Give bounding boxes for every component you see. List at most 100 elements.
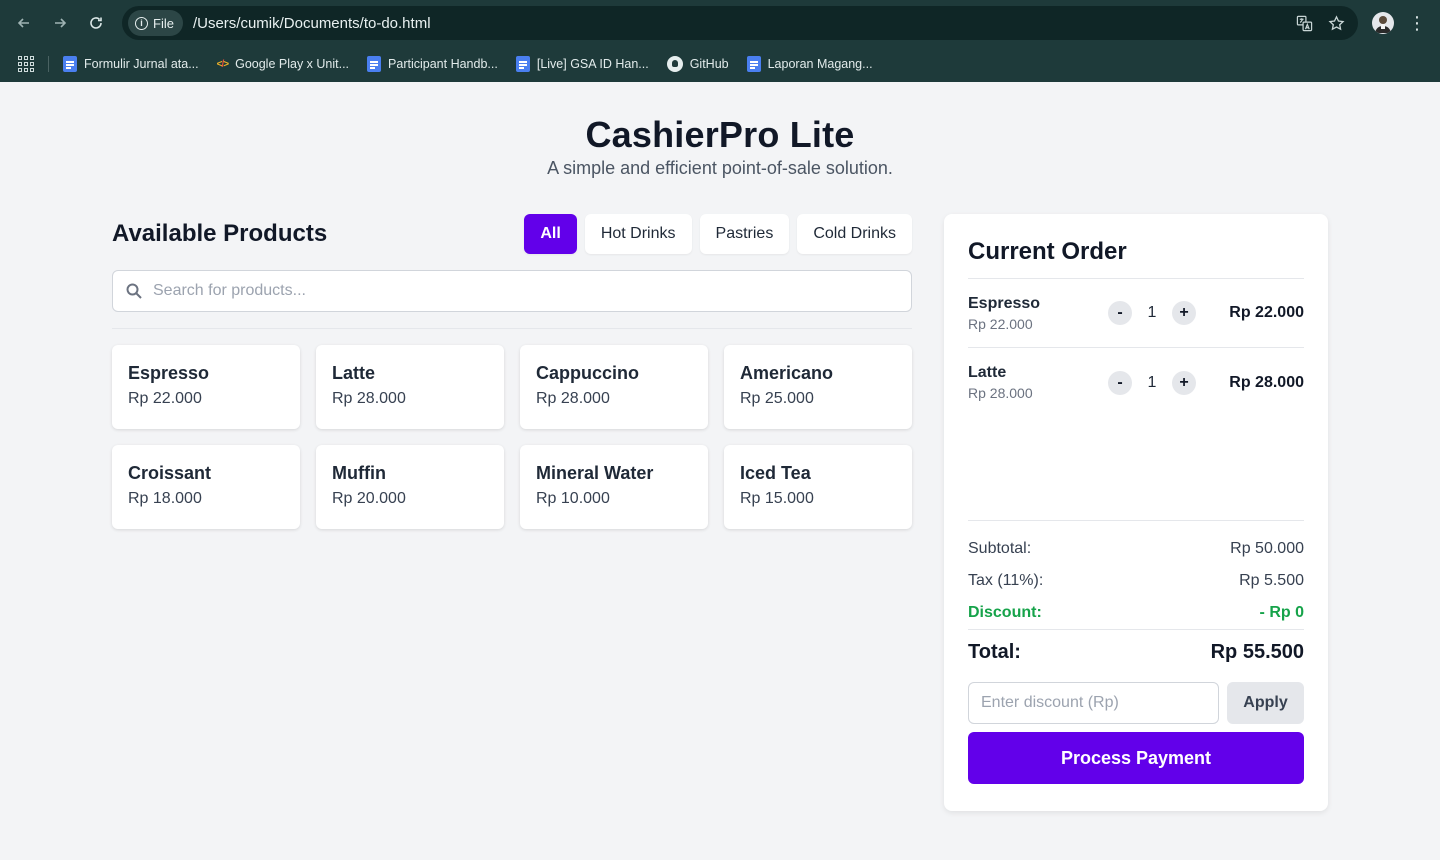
decrease-qty-button[interactable]: -	[1108, 301, 1132, 325]
app-subtitle: A simple and efficient point-of-sale sol…	[547, 158, 893, 178]
browser-menu-icon[interactable]: ⋮	[1408, 14, 1426, 32]
bookmarks-bar: Formulir Jurnal ata... </> Google Play x…	[0, 46, 1440, 82]
total-label: Total:	[968, 640, 1021, 663]
bookmark-label: Google Play x Unit...	[235, 57, 350, 71]
app-title: CashierPro Lite	[585, 114, 855, 155]
app-viewport: CashierPro Lite A simple and efficient p…	[0, 82, 1440, 860]
product-card[interactable]: Mineral Water Rp 10.000	[520, 445, 708, 529]
product-price: Rp 25.000	[740, 390, 814, 407]
product-card[interactable]: Americano Rp 25.000	[724, 345, 912, 429]
order-item-unit-price: Rp 22.000	[968, 315, 1033, 332]
bookmark-item[interactable]: GitHub	[666, 56, 729, 72]
quantity-value: 1	[1147, 304, 1157, 321]
bookmark-item[interactable]: [Live] GSA ID Han...	[515, 56, 649, 72]
bookmark-item[interactable]: </> Google Play x Unit...	[217, 57, 349, 71]
increase-qty-button[interactable]: +	[1172, 370, 1196, 395]
product-price: Rp 28.000	[536, 390, 610, 407]
bookmark-item[interactable]: Laporan Magang...	[746, 56, 873, 72]
order-item-name: Latte	[968, 364, 1007, 381]
site-chip-label: File	[153, 15, 174, 31]
google-docs-icon	[63, 56, 77, 72]
product-card[interactable]: Croissant Rp 18.000	[112, 445, 300, 529]
products-divider	[112, 328, 912, 329]
filter-cold-drinks[interactable]: Cold Drinks	[797, 214, 912, 254]
products-title: Available Products	[112, 220, 328, 247]
current-order-panel: Current Order Espresso Rp 22.000 - 1 + R…	[944, 214, 1328, 811]
filter-pastries[interactable]: Pastries	[699, 214, 790, 254]
product-name: Cappuccino	[536, 363, 640, 383]
product-grid: Espresso Rp 22.000 Latte Rp 28.000 Cappu…	[112, 345, 912, 529]
search-icon	[126, 283, 142, 299]
profile-avatar[interactable]	[1372, 12, 1394, 34]
arrow-right-icon	[55, 18, 67, 28]
discount-input[interactable]	[968, 682, 1219, 724]
quantity-stepper: - 1 +	[1108, 301, 1196, 325]
user-avatar-icon	[1375, 16, 1391, 33]
total-value: Rp 55.500	[1210, 640, 1304, 663]
site-info-chip[interactable]: i File	[128, 10, 183, 36]
order-item: Espresso Rp 22.000 - 1 + Rp 22.000	[968, 279, 1304, 348]
translate-button[interactable]	[1288, 9, 1320, 37]
subtotal-row: Subtotal: Rp 50.000	[968, 533, 1304, 565]
product-price: Rp 15.000	[740, 490, 814, 507]
process-payment-button[interactable]: Process Payment	[968, 732, 1304, 784]
order-items-list: Espresso Rp 22.000 - 1 + Rp 22.000 Latte…	[968, 279, 1304, 520]
filter-all[interactable]: All	[524, 214, 577, 254]
bookmark-item[interactable]: Participant Handb...	[367, 56, 498, 72]
google-docs-icon	[746, 56, 761, 72]
category-filters: All Hot Drinks Pastries Cold Drinks	[524, 214, 912, 254]
discount-row: Discount: - Rp 0	[968, 597, 1304, 629]
increase-qty-button[interactable]: +	[1172, 301, 1196, 325]
back-button[interactable]	[10, 9, 38, 37]
star-icon	[1328, 14, 1344, 30]
bookmarks-divider	[48, 56, 49, 72]
forward-button[interactable]	[46, 9, 74, 37]
arrow-left-icon	[17, 18, 29, 28]
products-panel: Available Products All Hot Drinks Pastri…	[112, 214, 912, 529]
product-card[interactable]: Cappuccino Rp 28.000	[520, 345, 708, 429]
info-icon: i	[135, 16, 148, 30]
decrease-qty-button[interactable]: -	[1108, 370, 1132, 395]
apply-discount-button[interactable]: Apply	[1227, 682, 1304, 724]
code-icon: </>	[216, 58, 230, 70]
order-item: Latte Rp 28.000 - 1 + Rp 28.000	[968, 348, 1304, 417]
tax-value: Rp 5.500	[1239, 572, 1304, 589]
url-text[interactable]: /Users/cumik/Documents/to-do.html	[193, 15, 1288, 32]
bookmark-star-button[interactable]	[1320, 9, 1352, 37]
product-card[interactable]: Muffin Rp 20.000	[316, 445, 504, 529]
order-title: Current Order	[968, 238, 1127, 265]
total-row: Total: Rp 55.500	[968, 630, 1304, 674]
apps-grid-icon[interactable]	[18, 56, 34, 72]
bookmark-label: [Live] GSA ID Han...	[536, 57, 649, 71]
product-card[interactable]: Espresso Rp 22.000	[112, 345, 300, 429]
github-icon	[666, 56, 683, 72]
product-price: Rp 10.000	[536, 490, 610, 507]
translate-icon	[1296, 15, 1312, 31]
app-header: CashierPro Lite A simple and efficient p…	[0, 82, 1440, 179]
product-name: Muffin	[332, 463, 386, 483]
product-search-box[interactable]	[112, 270, 912, 312]
product-name: Mineral Water	[536, 463, 654, 483]
quantity-value: 1	[1147, 373, 1157, 391]
product-name: Iced Tea	[740, 463, 811, 483]
address-bar[interactable]: i File /Users/cumik/Documents/to-do.html	[122, 6, 1358, 40]
product-name: Croissant	[128, 463, 212, 483]
filter-hot-drinks[interactable]: Hot Drinks	[584, 214, 692, 254]
bookmark-item[interactable]: Formulir Jurnal ata...	[63, 56, 199, 72]
order-item-unit-price: Rp 28.000	[968, 385, 1033, 401]
google-docs-icon	[367, 56, 382, 72]
search-input[interactable]	[153, 282, 899, 300]
google-docs-icon	[515, 56, 530, 72]
order-item-total: Rp 28.000	[1229, 373, 1304, 391]
bookmark-label: Participant Handb...	[388, 57, 498, 71]
product-name: Espresso	[128, 363, 210, 383]
bookmark-label: GitHub	[689, 57, 729, 71]
reload-button[interactable]	[82, 9, 110, 37]
tax-row: Tax (11%): Rp 5.500	[968, 565, 1304, 597]
browser-chrome: i File /Users/cumik/Documents/to-do.html…	[0, 0, 1440, 82]
product-card[interactable]: Latte Rp 28.000	[316, 345, 504, 429]
discount-label: Discount:	[968, 604, 1042, 621]
product-card[interactable]: Iced Tea Rp 15.000	[724, 445, 912, 529]
order-item-total: Rp 22.000	[1229, 304, 1304, 321]
discount-form: Apply	[968, 682, 1304, 724]
